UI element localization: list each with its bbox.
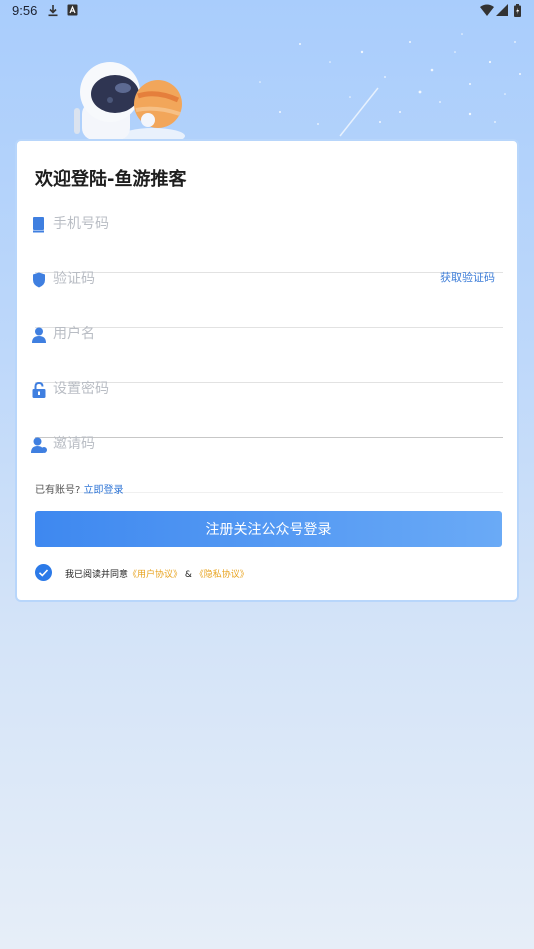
status-time: 9:56: [12, 3, 38, 18]
page-title: 欢迎登陆-鱼游推客: [35, 169, 187, 190]
agree-checkbox[interactable]: [35, 564, 52, 581]
get-code-button[interactable]: 获取验证码: [440, 269, 495, 285]
invite-input[interactable]: [53, 429, 433, 459]
battery-icon: [514, 4, 521, 17]
privacy-policy-link[interactable]: 《隐私协议》: [195, 570, 249, 580]
code-input[interactable]: [53, 264, 353, 294]
user-agreement-link[interactable]: 《用户协议》: [128, 570, 182, 580]
login-hint: 已有账号? 立即登录: [35, 481, 124, 496]
has-account-text: 已有账号?: [35, 485, 81, 496]
username-input[interactable]: [53, 319, 433, 349]
signal-icon: [496, 4, 508, 16]
login-now-link[interactable]: 立即登录: [84, 485, 124, 496]
register-submit-button[interactable]: 注册关注公众号登录: [35, 511, 502, 547]
shield-icon: [33, 272, 45, 288]
phone-input[interactable]: [53, 209, 433, 239]
check-icon: [38, 569, 49, 577]
hero-illustration: [0, 22, 534, 140]
phone-icon: [33, 217, 44, 233]
download-icon: [48, 5, 58, 17]
register-card: 欢迎登陆-鱼游推客 获取验证码: [15, 139, 519, 602]
status-bar: 9:56: [0, 0, 534, 22]
agree-prefix: 我已阅读并同意: [65, 570, 129, 580]
password-input[interactable]: [53, 374, 433, 404]
keyboard-icon: [67, 4, 78, 16]
user-icon: [32, 327, 46, 343]
agree-join: &: [182, 570, 195, 580]
lock-icon: [32, 382, 46, 398]
add-user-icon: [31, 437, 47, 453]
agreement-row: 我已阅读并同意《用户协议》 & 《隐私协议》: [35, 564, 495, 582]
agreement-text: 我已阅读并同意《用户协议》 & 《隐私协议》: [65, 567, 249, 580]
wifi-icon: [480, 4, 494, 16]
astronaut-illustration: [74, 62, 185, 140]
